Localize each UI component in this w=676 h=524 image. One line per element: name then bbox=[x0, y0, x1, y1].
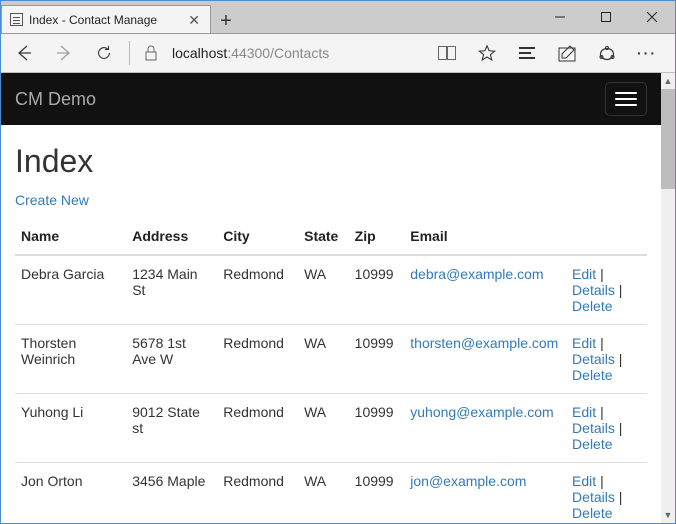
email-link[interactable]: jon@example.com bbox=[410, 473, 526, 489]
email-link[interactable]: thorsten@example.com bbox=[410, 335, 558, 351]
col-header-name: Name bbox=[15, 218, 126, 255]
edit-link[interactable]: Edit bbox=[572, 335, 596, 351]
cell-email: thorsten@example.com bbox=[404, 325, 566, 394]
more-icon[interactable]: ··· bbox=[629, 35, 665, 71]
refresh-button[interactable] bbox=[85, 34, 123, 72]
tab-title: Index - Contact Manage bbox=[29, 13, 180, 27]
close-window-button[interactable] bbox=[629, 1, 675, 33]
scrollbar-thumb[interactable] bbox=[661, 89, 675, 189]
browser-window: Index - Contact Manage ✕ + bbox=[0, 0, 676, 524]
cell-city: Redmond bbox=[217, 255, 298, 325]
table-row: Yuhong Li9012 State stRedmondWA10999 yuho… bbox=[15, 394, 647, 463]
email-link[interactable]: yuhong@example.com bbox=[410, 404, 553, 420]
url-host: localhost bbox=[172, 45, 227, 61]
cell-email: jon@example.com bbox=[404, 463, 566, 524]
cell-address: 9012 State st bbox=[126, 394, 217, 463]
edit-link[interactable]: Edit bbox=[572, 266, 596, 282]
reading-view-icon[interactable] bbox=[429, 35, 465, 71]
page-icon bbox=[10, 13, 23, 26]
delete-link[interactable]: Delete bbox=[572, 367, 612, 383]
titlebar: Index - Contact Manage ✕ + bbox=[1, 1, 675, 33]
cell-zip: 10999 bbox=[349, 463, 405, 524]
page-content: Index Create New Name Address City State… bbox=[1, 125, 661, 523]
forward-button[interactable] bbox=[45, 34, 83, 72]
cell-state: WA bbox=[298, 325, 349, 394]
webnote-icon[interactable] bbox=[549, 35, 585, 71]
create-new-link[interactable]: Create New bbox=[15, 192, 89, 208]
table-header-row: Name Address City State Zip Email bbox=[15, 218, 647, 255]
cell-state: WA bbox=[298, 394, 349, 463]
col-header-email: Email bbox=[404, 218, 566, 255]
cell-state: WA bbox=[298, 255, 349, 325]
window-controls bbox=[537, 1, 675, 33]
cell-city: Redmond bbox=[217, 463, 298, 524]
address-bar: localhost:44300/Contacts bbox=[1, 33, 675, 73]
col-header-actions bbox=[566, 218, 647, 255]
cell-email: debra@example.com bbox=[404, 255, 566, 325]
details-link[interactable]: Details bbox=[572, 282, 615, 298]
tabstrip: Index - Contact Manage ✕ + bbox=[1, 1, 241, 33]
favorites-icon[interactable] bbox=[469, 35, 505, 71]
cell-address: 3456 Maple bbox=[126, 463, 217, 524]
hub-icon[interactable] bbox=[509, 35, 545, 71]
minimize-button[interactable] bbox=[537, 1, 583, 33]
cell-zip: 10999 bbox=[349, 325, 405, 394]
col-header-zip: Zip bbox=[349, 218, 405, 255]
cell-name: Thorsten Weinrich bbox=[15, 325, 126, 394]
details-link[interactable]: Details bbox=[572, 351, 615, 367]
delete-link[interactable]: Delete bbox=[572, 298, 612, 314]
cell-state: WA bbox=[298, 463, 349, 524]
cell-name: Debra Garcia bbox=[15, 255, 126, 325]
cell-email: yuhong@example.com bbox=[404, 394, 566, 463]
cell-address: 1234 Main St bbox=[126, 255, 217, 325]
brand[interactable]: CM Demo bbox=[15, 89, 96, 110]
cell-name: Yuhong Li bbox=[15, 394, 126, 463]
separator bbox=[129, 41, 130, 65]
hamburger-menu-icon[interactable] bbox=[605, 82, 647, 116]
close-tab-icon[interactable]: ✕ bbox=[186, 13, 202, 27]
url-box[interactable]: localhost:44300/Contacts bbox=[168, 45, 427, 61]
edit-link[interactable]: Edit bbox=[572, 404, 596, 420]
cell-address: 5678 1st Ave W bbox=[126, 325, 217, 394]
delete-link[interactable]: Delete bbox=[572, 505, 612, 521]
page-title: Index bbox=[15, 143, 647, 180]
cell-city: Redmond bbox=[217, 325, 298, 394]
back-button[interactable] bbox=[5, 34, 43, 72]
col-header-state: State bbox=[298, 218, 349, 255]
cell-city: Redmond bbox=[217, 394, 298, 463]
col-header-city: City bbox=[217, 218, 298, 255]
scroll-down-arrow[interactable]: ▼ bbox=[661, 507, 675, 523]
details-link[interactable]: Details bbox=[572, 420, 615, 436]
addrbar-right: ··· bbox=[429, 35, 671, 71]
delete-link[interactable]: Delete bbox=[572, 436, 612, 452]
table-row: Debra Garcia1234 Main StRedmondWA10999 de… bbox=[15, 255, 647, 325]
contacts-table: Name Address City State Zip Email Debra … bbox=[15, 218, 647, 523]
scroll-up-arrow[interactable]: ▲ bbox=[661, 73, 675, 89]
cell-actions: Edit | Details | Delete bbox=[566, 463, 647, 524]
edit-link[interactable]: Edit bbox=[572, 473, 596, 489]
table-row: Thorsten Weinrich5678 1st Ave WRedmondWA… bbox=[15, 325, 647, 394]
share-icon[interactable] bbox=[589, 35, 625, 71]
cell-zip: 10999 bbox=[349, 255, 405, 325]
col-header-address: Address bbox=[126, 218, 217, 255]
cell-actions: Edit | Details | Delete bbox=[566, 394, 647, 463]
lock-icon[interactable] bbox=[136, 34, 166, 72]
cell-name: Jon Orton bbox=[15, 463, 126, 524]
details-link[interactable]: Details bbox=[572, 489, 615, 505]
cell-zip: 10999 bbox=[349, 394, 405, 463]
cell-actions: Edit | Details | Delete bbox=[566, 325, 647, 394]
table-row: Jon Orton3456 MapleRedmondWA10999 jon@exa… bbox=[15, 463, 647, 524]
browser-tab[interactable]: Index - Contact Manage ✕ bbox=[1, 5, 211, 33]
email-link[interactable]: debra@example.com bbox=[410, 266, 543, 282]
viewport: ▲ ▼ CM Demo Index Create New Name Ad bbox=[1, 73, 675, 523]
app-navbar: CM Demo bbox=[1, 73, 661, 125]
url-path: :44300/Contacts bbox=[227, 45, 329, 61]
maximize-button[interactable] bbox=[583, 1, 629, 33]
cell-actions: Edit | Details | Delete bbox=[566, 255, 647, 325]
new-tab-button[interactable]: + bbox=[211, 10, 241, 33]
